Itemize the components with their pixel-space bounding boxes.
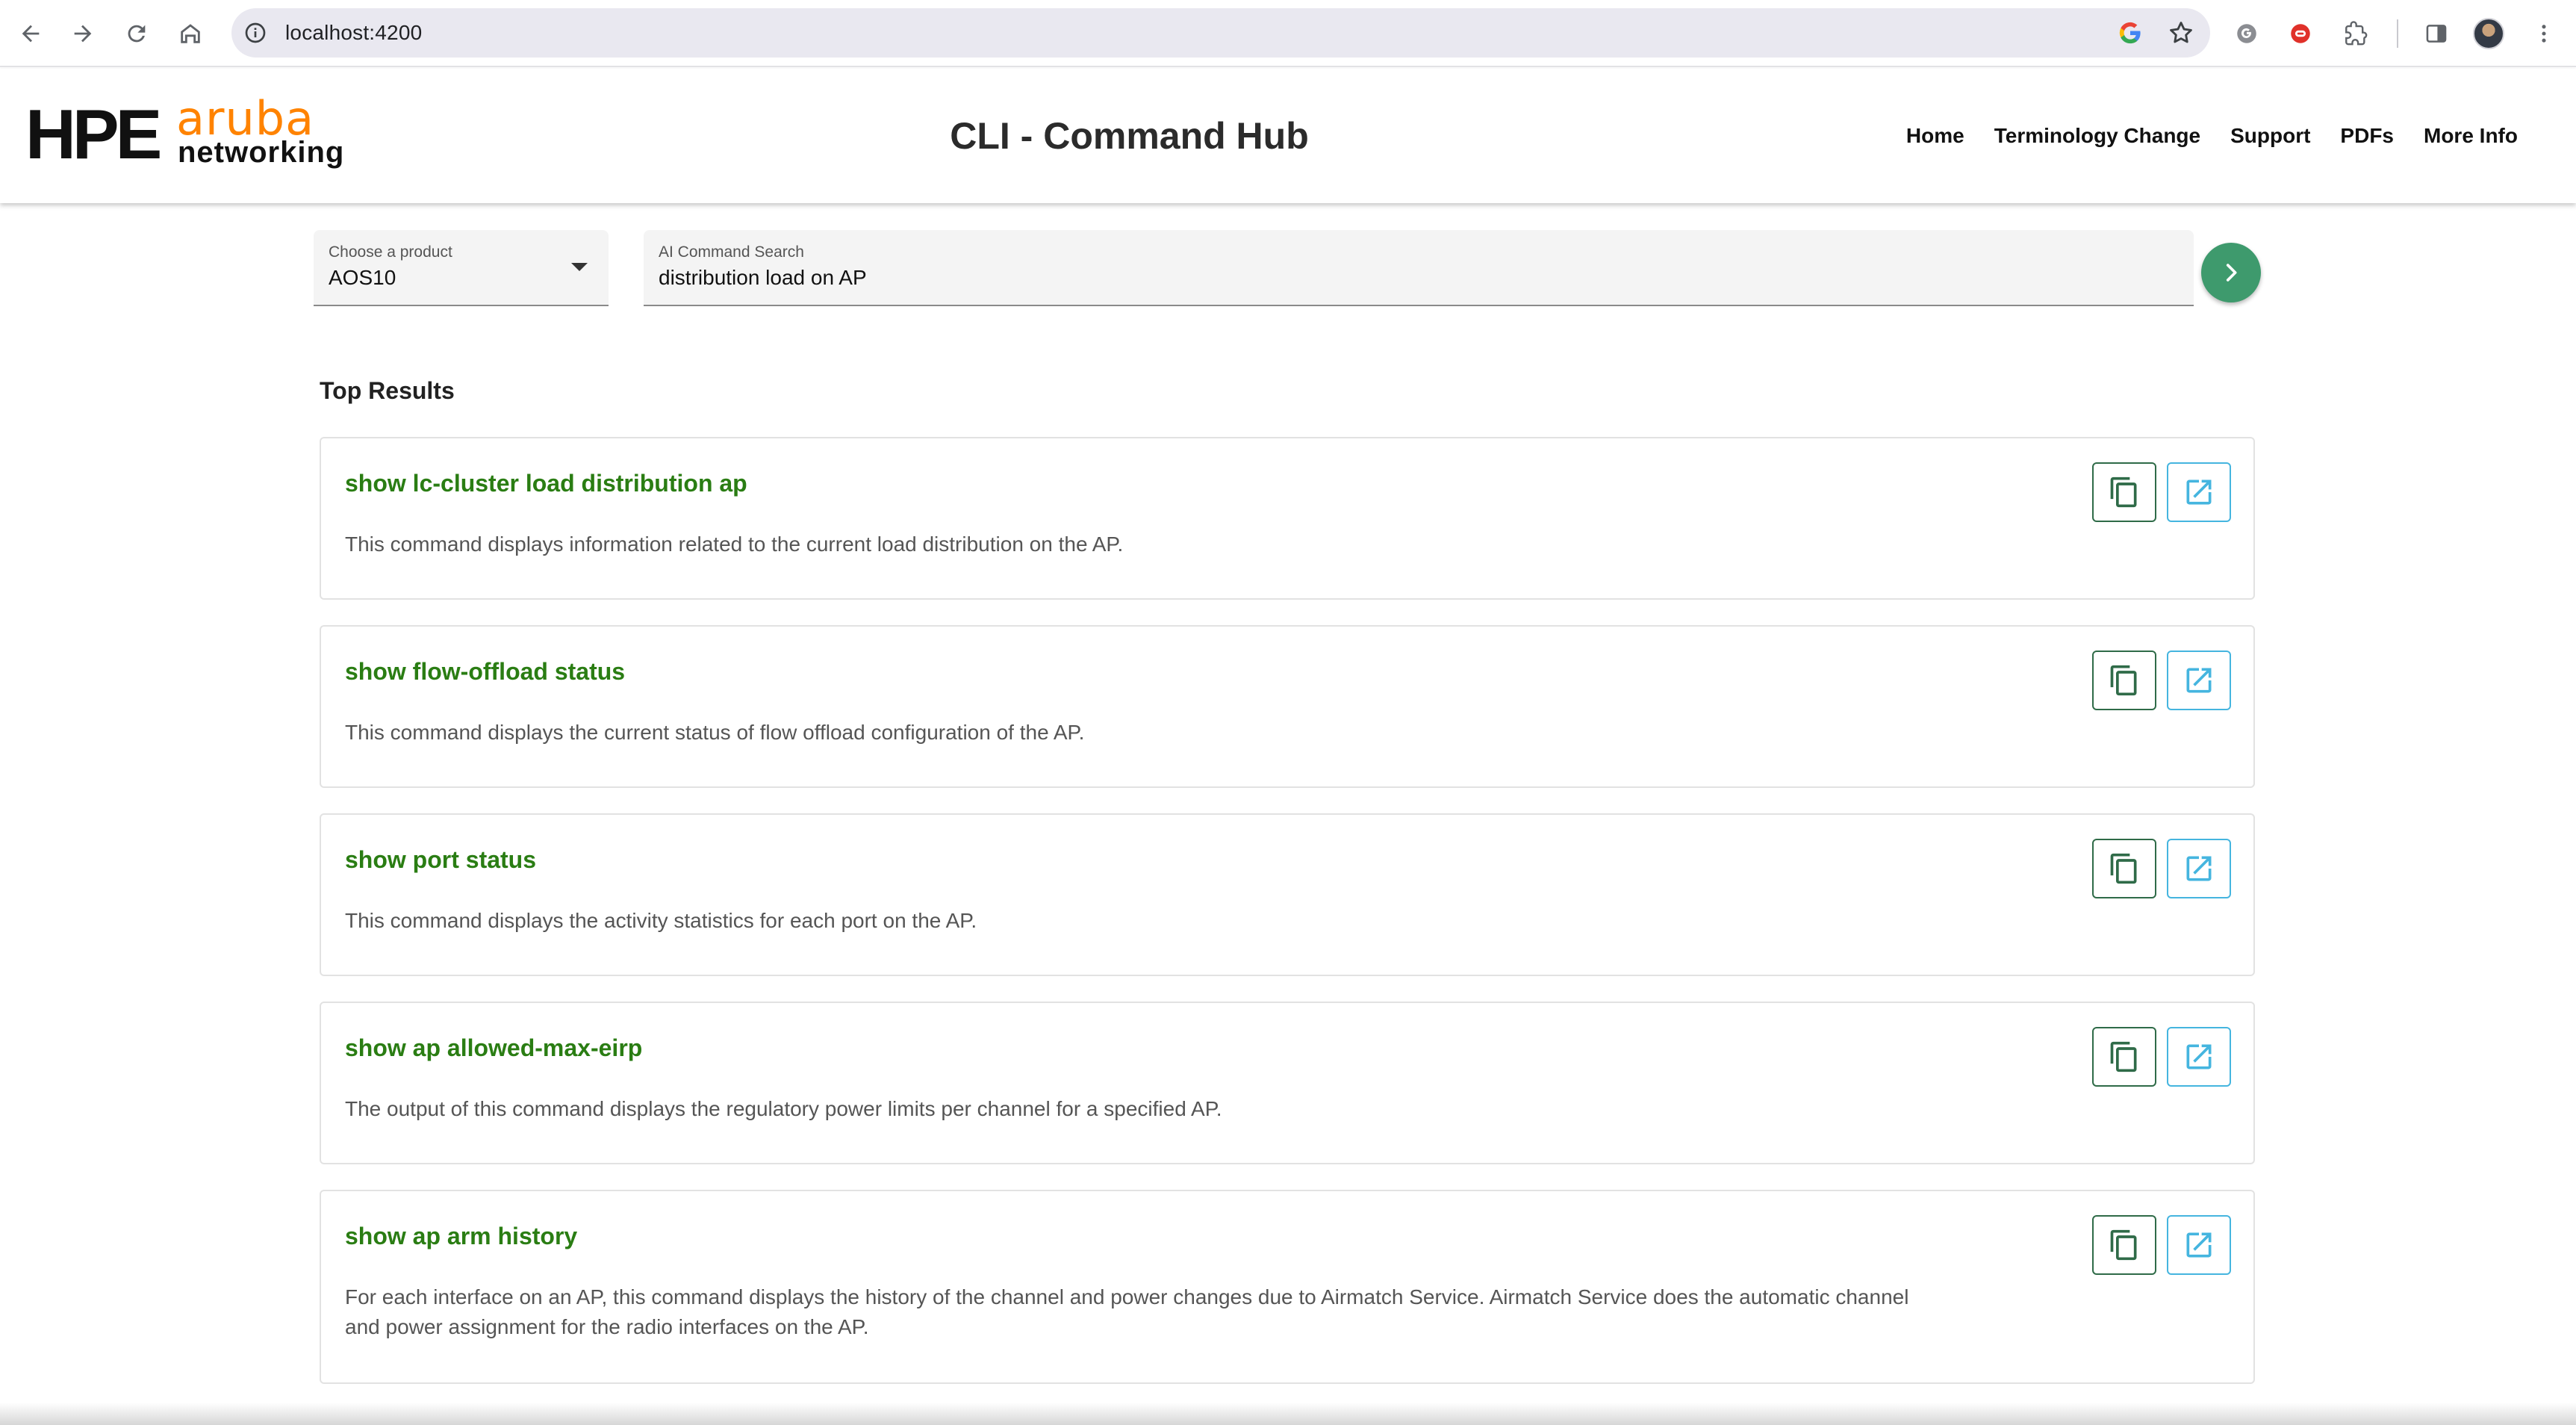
nav-more-info[interactable]: More Info (2424, 124, 2518, 148)
product-select[interactable]: Choose a product AOS10 (314, 230, 609, 306)
results-heading: Top Results (320, 377, 455, 404)
result-description: This command displays information relate… (345, 533, 1124, 556)
open-in-new-icon (2186, 668, 2212, 693)
arrow-left-icon (22, 25, 40, 43)
open-in-new-icon (2186, 856, 2212, 881)
home-button[interactable] (173, 16, 208, 51)
url-text[interactable]: localhost:4200 (285, 8, 422, 58)
forward-button[interactable] (66, 16, 100, 51)
results-list: show lc-cluster load distribution ap Thi… (320, 437, 2255, 1409)
open-in-new-icon (2186, 479, 2212, 505)
reload-button[interactable] (119, 16, 154, 51)
arrow-right-icon (74, 25, 92, 43)
top-nav: Home Terminology Change Support PDFs Mor… (1876, 69, 2518, 203)
search-submit-button[interactable] (2201, 243, 2261, 302)
result-description: The output of this command displays the … (345, 1097, 1222, 1120)
result-command[interactable]: show flow-offload status (345, 658, 625, 686)
search-field-label: AI Command Search (659, 243, 804, 261)
nav-terminology-change[interactable]: Terminology Change (1994, 124, 2200, 148)
copy-command-button[interactable] (2092, 839, 2156, 898)
open-in-new-icon (2186, 1044, 2212, 1069)
toolbar-divider (2397, 19, 2398, 48)
copy-command-button[interactable] (2092, 462, 2156, 522)
search-input[interactable]: distribution load on AP (659, 266, 867, 290)
copy-icon (2110, 1041, 2137, 1072)
page-bottom-shadow (0, 1403, 2576, 1425)
google-icon[interactable] (2118, 20, 2143, 46)
home-icon (181, 24, 200, 43)
result-command[interactable]: show port status (345, 846, 536, 874)
reload-icon (128, 25, 146, 43)
nav-support[interactable]: Support (2230, 124, 2310, 148)
result-command[interactable]: show ap arm history (345, 1223, 577, 1250)
open-command-button[interactable] (2167, 462, 2231, 522)
copy-command-button[interactable] (2092, 1215, 2156, 1275)
logo-sub: networking (178, 136, 345, 169)
copy-icon (2110, 853, 2137, 884)
dropdown-arrow-icon[interactable] (571, 263, 588, 271)
open-in-new-icon (2186, 1232, 2212, 1258)
copy-icon (2110, 665, 2137, 696)
copy-icon (2110, 476, 2137, 508)
result-description: This command displays the activity stati… (345, 909, 977, 932)
result-command[interactable]: show lc-cluster load distribution ap (345, 470, 747, 497)
copy-icon (2110, 1229, 2137, 1261)
extension-g-icon[interactable] (2230, 16, 2264, 51)
open-command-button[interactable] (2167, 1215, 2231, 1275)
result-command[interactable]: show ap allowed-max-eirp (345, 1034, 642, 1062)
extension-red-icon[interactable] (2283, 16, 2318, 51)
nav-pdfs[interactable]: PDFs (2340, 124, 2394, 148)
browser-toolbar: localhost:4200 (0, 0, 2576, 67)
open-command-button[interactable] (2167, 651, 2231, 710)
result-card: show ap allowed-max-eirp The output of t… (320, 1002, 2255, 1164)
bookmark-star-icon[interactable] (2167, 19, 2195, 47)
logo-brand: HPE (25, 95, 162, 173)
app-header: HPE aruba networking CLI - Command Hub H… (0, 69, 2576, 203)
open-command-button[interactable] (2167, 839, 2231, 898)
product-select-value[interactable]: AOS10 (329, 266, 396, 290)
back-button[interactable] (13, 16, 48, 51)
result-card: show ap arm history For each interface o… (320, 1190, 2255, 1384)
result-description: For each interface on an AP, this comman… (345, 1285, 1909, 1338)
logo-product: aruba (176, 91, 315, 146)
copy-command-button[interactable] (2092, 651, 2156, 710)
chevron-right-icon (2226, 264, 2237, 282)
info-icon[interactable] (243, 21, 267, 45)
hpe-aruba-logo[interactable]: HPE aruba networking (25, 95, 343, 173)
copy-command-button[interactable] (2092, 1027, 2156, 1087)
browser-menu-icon[interactable] (2527, 16, 2561, 51)
extensions-puzzle-icon[interactable] (2339, 16, 2373, 51)
address-bar[interactable]: localhost:4200 (231, 8, 2210, 58)
nav-home[interactable]: Home (1906, 124, 1964, 148)
result-description: This command displays the current status… (345, 721, 1085, 744)
profile-avatar[interactable] (2473, 18, 2504, 49)
result-card: show lc-cluster load distribution ap Thi… (320, 437, 2255, 600)
page-title: CLI - Command Hub (950, 115, 1309, 157)
product-select-label: Choose a product (329, 243, 452, 261)
side-panel-icon[interactable] (2419, 16, 2454, 51)
result-card: show flow-offload status This command di… (320, 625, 2255, 788)
result-card: show port status This command displays t… (320, 813, 2255, 976)
ai-command-search-field[interactable]: AI Command Search distribution load on A… (644, 230, 2194, 306)
open-command-button[interactable] (2167, 1027, 2231, 1087)
